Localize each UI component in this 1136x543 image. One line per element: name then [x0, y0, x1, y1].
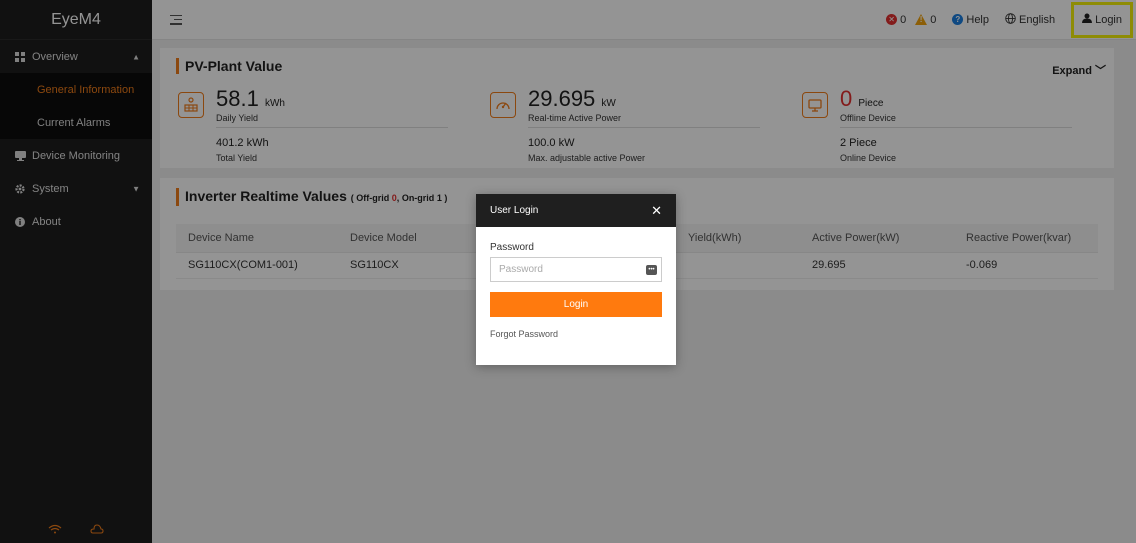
password-label: Password — [490, 242, 534, 253]
dialog-body: Password ••• Login Forgot Password — [476, 227, 676, 350]
login-dialog: User Login ✕ Password ••• Login Forgot P… — [476, 194, 676, 365]
dialog-title: User Login — [490, 205, 539, 216]
dialog-header: User Login ✕ — [476, 194, 676, 227]
password-field-wrapper: ••• — [490, 257, 662, 282]
login-submit-button[interactable]: Login — [490, 292, 662, 317]
close-icon[interactable]: ✕ — [651, 203, 662, 219]
keyboard-icon[interactable]: ••• — [646, 265, 657, 275]
forgot-password-link[interactable]: Forgot Password — [490, 329, 558, 339]
modal-backdrop-sidebar — [0, 0, 152, 543]
password-input[interactable] — [491, 258, 661, 281]
